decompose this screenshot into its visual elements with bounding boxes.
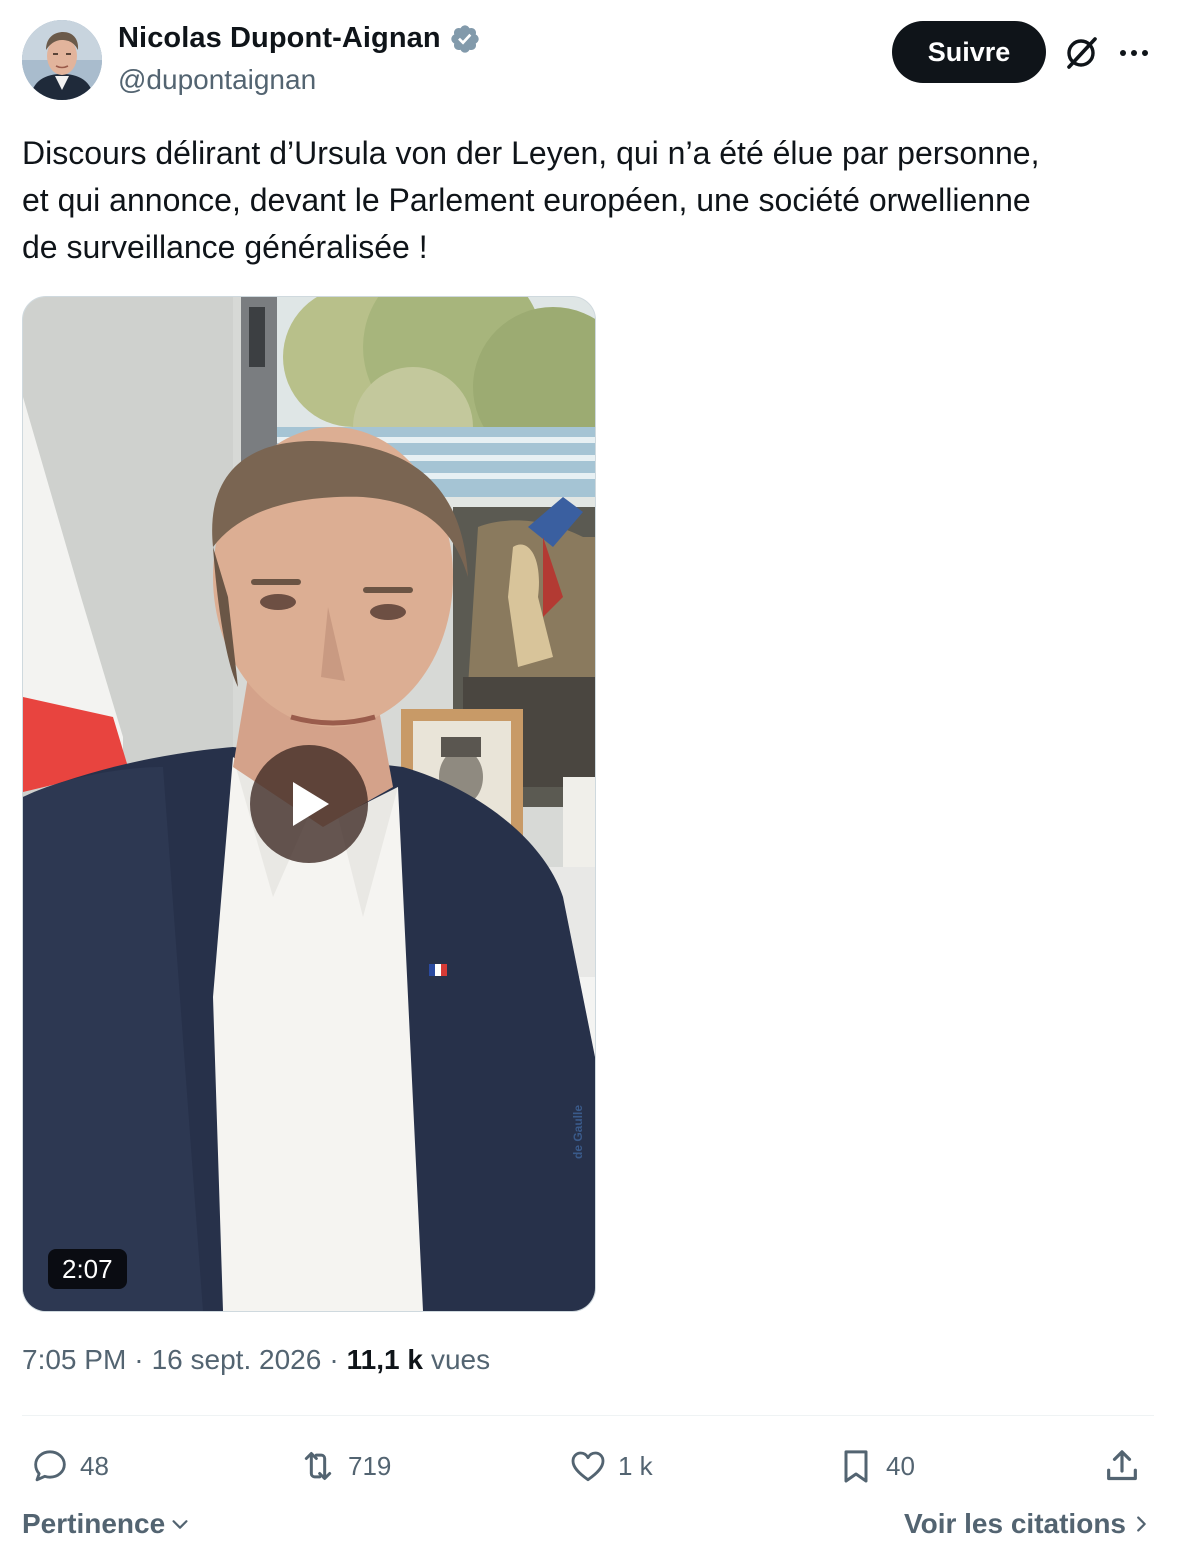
divider [22, 1415, 1154, 1416]
more-icon[interactable] [1114, 34, 1154, 72]
repost-icon [304, 1452, 332, 1480]
book-spine-text: de Gaulle [571, 1104, 585, 1160]
follow-button[interactable]: Suivre [892, 21, 1046, 83]
repost-button[interactable]: 719 [298, 1436, 391, 1496]
chevron-right-icon [1137, 1516, 1146, 1532]
tweet-text: Discours délirant d’Ursula von der Leyen… [22, 135, 1040, 265]
sort-dropdown[interactable]: Pertinence [22, 1508, 191, 1540]
reply-icon [34, 1450, 66, 1482]
action-bar: 48 719 1 k 40 [0, 1436, 1182, 1496]
video-duration-badge: 2:07 [48, 1249, 127, 1289]
tweet-date[interactable]: 16 sept. 2026 [152, 1344, 322, 1376]
play-button[interactable] [250, 745, 368, 863]
author-display-name[interactable]: Nicolas Dupont-Aignan [118, 22, 441, 55]
share-button[interactable] [1102, 1436, 1142, 1496]
views-count: 11,1 k [346, 1344, 423, 1375]
bookmark-count: 40 [886, 1450, 915, 1481]
bookmark-icon [844, 1450, 868, 1483]
reply-button[interactable]: 48 [30, 1436, 109, 1496]
grok-icon[interactable] [1062, 34, 1100, 72]
avatar[interactable] [22, 20, 102, 100]
like-button[interactable]: 1 k [568, 1436, 653, 1496]
tweet-time[interactable]: 7:05 PM [22, 1344, 126, 1376]
play-icon [293, 782, 329, 826]
heart-icon [571, 1451, 605, 1482]
view-quotes-link[interactable]: Voir les citations [904, 1508, 1152, 1540]
sort-label: Pertinence [22, 1508, 166, 1539]
repost-count: 719 [348, 1450, 392, 1481]
verified-badge-icon [451, 24, 479, 53]
views-label: vues [430, 1344, 491, 1375]
like-count: 1 k [618, 1450, 653, 1481]
reply-count: 48 [80, 1450, 109, 1481]
author-name-row: Nicolas Dupont-Aignan [118, 22, 481, 55]
bookmark-button[interactable]: 40 [836, 1436, 915, 1496]
author-handle[interactable]: @dupontaignan [118, 64, 316, 96]
tweet-meta: 7:05 PM · 16 sept. 2026 · 11,1 k vues [22, 1344, 490, 1376]
meta-separator: · [329, 1344, 339, 1375]
chevron-down-icon [172, 1520, 188, 1529]
quotes-label: Voir les citations [904, 1508, 1126, 1539]
tweet-header: Nicolas Dupont-Aignan @dupontaignan Suiv… [0, 0, 1182, 110]
share-icon [1107, 1450, 1137, 1481]
meta-separator: · [134, 1344, 144, 1375]
video-player[interactable]: de Gaulle 2:07 [22, 296, 596, 1312]
